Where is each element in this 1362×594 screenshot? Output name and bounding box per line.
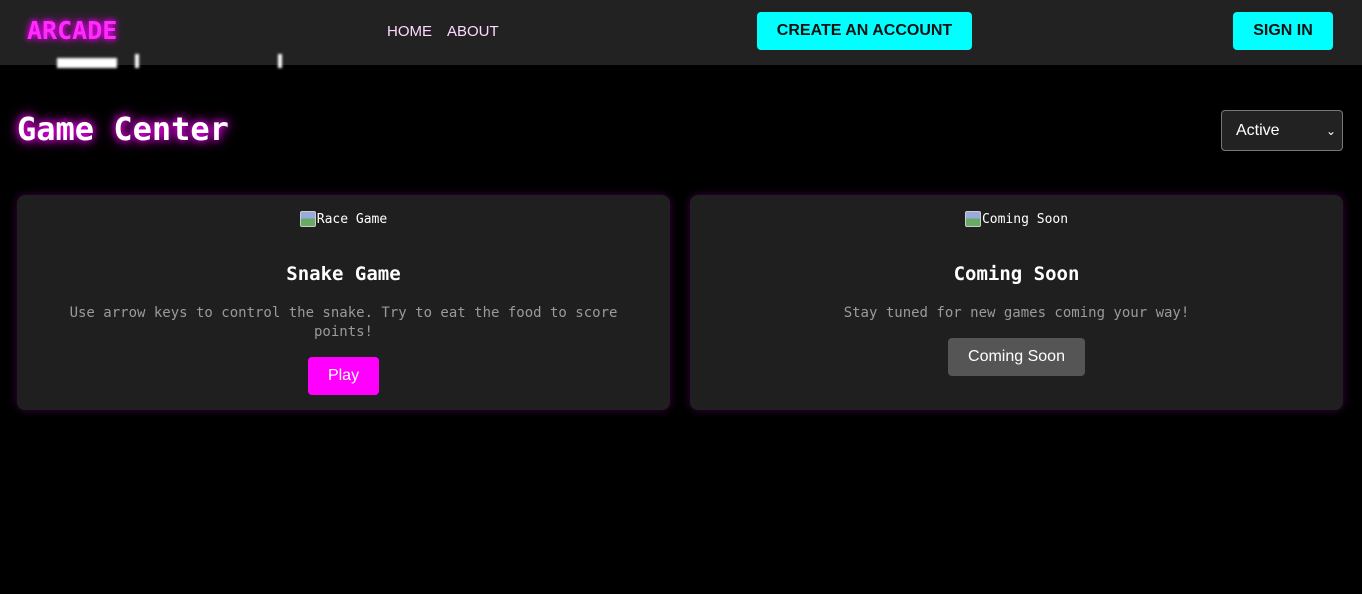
chevron-down-icon: ⌄	[1325, 124, 1336, 138]
create-account-button[interactable]: CREATE AN ACCOUNT	[757, 12, 972, 50]
nav-link-about[interactable]: ABOUT	[447, 23, 499, 40]
game-card-snake: Race Game Snake Game Use arrow keys to c…	[17, 195, 670, 410]
sign-in-button[interactable]: SIGN IN	[1233, 12, 1333, 50]
render-artifact	[135, 54, 139, 68]
game-image-alt: Race Game	[316, 211, 388, 227]
page-title: Game Center	[17, 110, 229, 148]
status-filter-select[interactable]: Active ⌄	[1221, 110, 1343, 151]
game-card-coming-soon: Coming Soon Coming Soon Stay tuned for n…	[690, 195, 1343, 410]
navbar: ARCADE HOME ABOUT CREATE AN ACCOUNT SIGN…	[0, 0, 1362, 65]
game-title: Snake Game	[286, 263, 401, 285]
game-image: Race Game	[17, 211, 670, 227]
game-description: Use arrow keys to control the snake. Try…	[69, 305, 618, 340]
broken-image-icon	[964, 211, 981, 227]
coming-soon-button[interactable]: Coming Soon	[948, 338, 1085, 376]
nav-link-home[interactable]: HOME	[387, 23, 432, 40]
game-title: Coming Soon	[953, 263, 1080, 285]
logo[interactable]: ARCADE	[27, 16, 117, 45]
play-button[interactable]: Play	[308, 357, 379, 395]
render-artifact	[278, 54, 282, 68]
game-image: Coming Soon	[690, 211, 1343, 227]
status-filter-value: Active	[1236, 121, 1280, 139]
game-description: Stay tuned for new games coming your way…	[843, 305, 1190, 321]
game-image-alt: Coming Soon	[981, 211, 1069, 227]
render-artifact	[57, 58, 117, 68]
broken-image-icon	[299, 211, 316, 227]
